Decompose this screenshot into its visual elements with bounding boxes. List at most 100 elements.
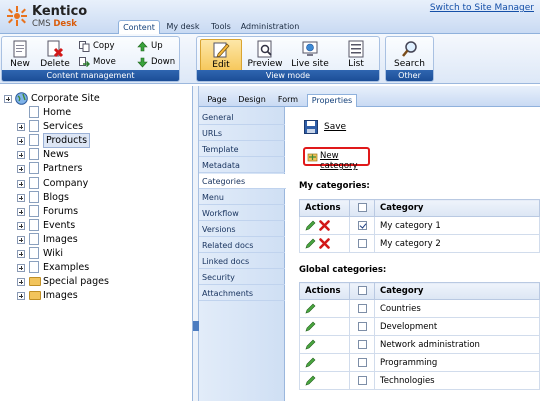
expand-icon[interactable] bbox=[17, 221, 25, 230]
tab-administration[interactable]: Administration bbox=[240, 20, 300, 34]
content-management-group: New Delete Copy Move Up Down Content man… bbox=[1, 36, 180, 82]
actions-cell bbox=[299, 299, 350, 318]
tab-my-desk[interactable]: My desk bbox=[162, 20, 204, 34]
tab-design[interactable]: Design bbox=[237, 94, 267, 107]
expand-icon[interactable] bbox=[17, 264, 25, 273]
my-categories-heading: My categories: bbox=[299, 181, 370, 191]
expand-icon[interactable] bbox=[17, 179, 25, 188]
tree-item-label: Wiki bbox=[43, 248, 63, 259]
category-name: Technologies bbox=[374, 371, 540, 390]
menu-urls[interactable]: URLs bbox=[199, 126, 285, 141]
tab-properties[interactable]: Properties bbox=[307, 94, 357, 107]
new-button[interactable]: New bbox=[4, 39, 36, 72]
tree-item-label: Events bbox=[43, 219, 76, 231]
tab-content[interactable]: Content bbox=[118, 20, 160, 34]
up-button[interactable]: Up bbox=[137, 40, 163, 53]
document-icon bbox=[29, 106, 39, 118]
document-icon bbox=[29, 162, 39, 175]
expand-icon[interactable] bbox=[17, 193, 25, 202]
delete-button[interactable]: Delete bbox=[38, 39, 72, 72]
expand-icon[interactable] bbox=[17, 137, 25, 146]
menu-workflow[interactable]: Workflow bbox=[199, 206, 285, 221]
folder-icon bbox=[29, 291, 41, 301]
edit-pencil-icon[interactable] bbox=[305, 303, 316, 314]
menu-metadata[interactable]: Metadata bbox=[199, 158, 285, 173]
list-icon bbox=[348, 40, 364, 58]
tree-item-label: News bbox=[43, 149, 69, 161]
menu-menu[interactable]: Menu bbox=[199, 190, 285, 205]
menu-related-docs[interactable]: Related docs bbox=[199, 238, 285, 253]
delete-icon[interactable] bbox=[319, 220, 330, 231]
menu-attachments[interactable]: Attachments bbox=[199, 286, 285, 301]
edit-pencil-icon[interactable] bbox=[305, 238, 316, 249]
category-checkbox[interactable] bbox=[357, 375, 367, 385]
menu-template[interactable]: Template bbox=[199, 142, 285, 157]
switch-to-site-manager-link[interactable]: Switch to Site Manager bbox=[430, 3, 534, 13]
tab-page[interactable]: Page bbox=[205, 94, 229, 107]
expand-icon[interactable] bbox=[17, 165, 25, 174]
tree-item-label: Products bbox=[43, 133, 91, 149]
edit-pencil-icon[interactable] bbox=[305, 321, 316, 332]
category-checkbox[interactable] bbox=[357, 357, 367, 367]
list-button[interactable]: List bbox=[339, 39, 373, 72]
document-icon bbox=[29, 176, 39, 189]
logo-text: Kentico bbox=[32, 4, 88, 19]
edit-pencil-icon[interactable] bbox=[305, 375, 316, 386]
menu-general[interactable]: General bbox=[199, 110, 285, 125]
menu-security[interactable]: Security bbox=[199, 270, 285, 285]
expand-icon[interactable] bbox=[17, 292, 25, 301]
checkbox-cell bbox=[349, 234, 375, 253]
expand-icon[interactable] bbox=[17, 207, 25, 216]
content-tree: Corporate Site Home Services Products News P… bbox=[0, 86, 193, 401]
save-icon[interactable] bbox=[304, 120, 318, 134]
expand-icon[interactable] bbox=[17, 151, 25, 160]
table-row: Programming bbox=[299, 353, 540, 372]
delete-icon[interactable] bbox=[319, 238, 330, 249]
tree-item-label: Blogs bbox=[43, 191, 69, 203]
edit-pencil-icon[interactable] bbox=[305, 357, 316, 368]
checkbox-cell bbox=[349, 371, 375, 390]
tab-form[interactable]: Form bbox=[276, 94, 300, 107]
expand-icon[interactable] bbox=[17, 250, 25, 258]
edit-pencil-icon[interactable] bbox=[305, 220, 316, 231]
document-icon bbox=[29, 247, 39, 259]
checkbox-cell bbox=[349, 299, 375, 318]
category-checkbox[interactable] bbox=[357, 339, 367, 349]
document-icon bbox=[29, 134, 39, 147]
save-button[interactable]: Save bbox=[324, 122, 346, 132]
new-document-icon bbox=[13, 40, 27, 58]
edit-button[interactable]: Edit bbox=[200, 39, 242, 72]
app-header: Kentico CMS Desk Switch to Site Manager … bbox=[0, 0, 540, 34]
copy-button[interactable]: Copy bbox=[79, 40, 115, 53]
menu-categories[interactable]: Categories bbox=[199, 174, 286, 189]
expand-icon[interactable] bbox=[17, 235, 25, 244]
category-checkbox[interactable] bbox=[357, 220, 367, 230]
edit-pencil-icon[interactable] bbox=[305, 339, 316, 350]
search-button[interactable]: Search bbox=[389, 39, 430, 72]
collapse-icon[interactable] bbox=[4, 95, 12, 103]
actions-cell bbox=[299, 353, 350, 372]
menu-linked-docs[interactable]: Linked docs bbox=[199, 254, 285, 269]
expand-icon[interactable] bbox=[17, 278, 25, 287]
document-icon bbox=[29, 261, 39, 274]
menu-versions[interactable]: Versions bbox=[199, 222, 285, 237]
category-checkbox[interactable] bbox=[357, 321, 367, 331]
tree-root-label: Corporate Site bbox=[31, 93, 100, 104]
tab-tools[interactable]: Tools bbox=[206, 20, 236, 34]
preview-button[interactable]: Preview bbox=[246, 39, 284, 72]
expand-icon[interactable] bbox=[17, 123, 25, 132]
preview-icon bbox=[257, 40, 272, 58]
actions-cell bbox=[299, 234, 350, 253]
my-categories-table: Actions Category My category 1 My categor… bbox=[299, 199, 540, 253]
move-button[interactable]: Move bbox=[79, 56, 116, 69]
new-category-button[interactable]: New category bbox=[303, 147, 370, 171]
category-checkbox[interactable] bbox=[357, 238, 367, 248]
tree-item-label: Special pages bbox=[43, 276, 109, 288]
select-all-checkbox-cell bbox=[349, 282, 375, 300]
select-all-checkbox[interactable] bbox=[357, 286, 367, 295]
select-all-checkbox[interactable] bbox=[357, 203, 367, 212]
toolbar: New Delete Copy Move Up Down Content man… bbox=[0, 34, 540, 84]
down-button[interactable]: Down bbox=[137, 56, 175, 69]
category-checkbox[interactable] bbox=[357, 303, 367, 313]
live-site-button[interactable]: Live site bbox=[288, 39, 332, 72]
